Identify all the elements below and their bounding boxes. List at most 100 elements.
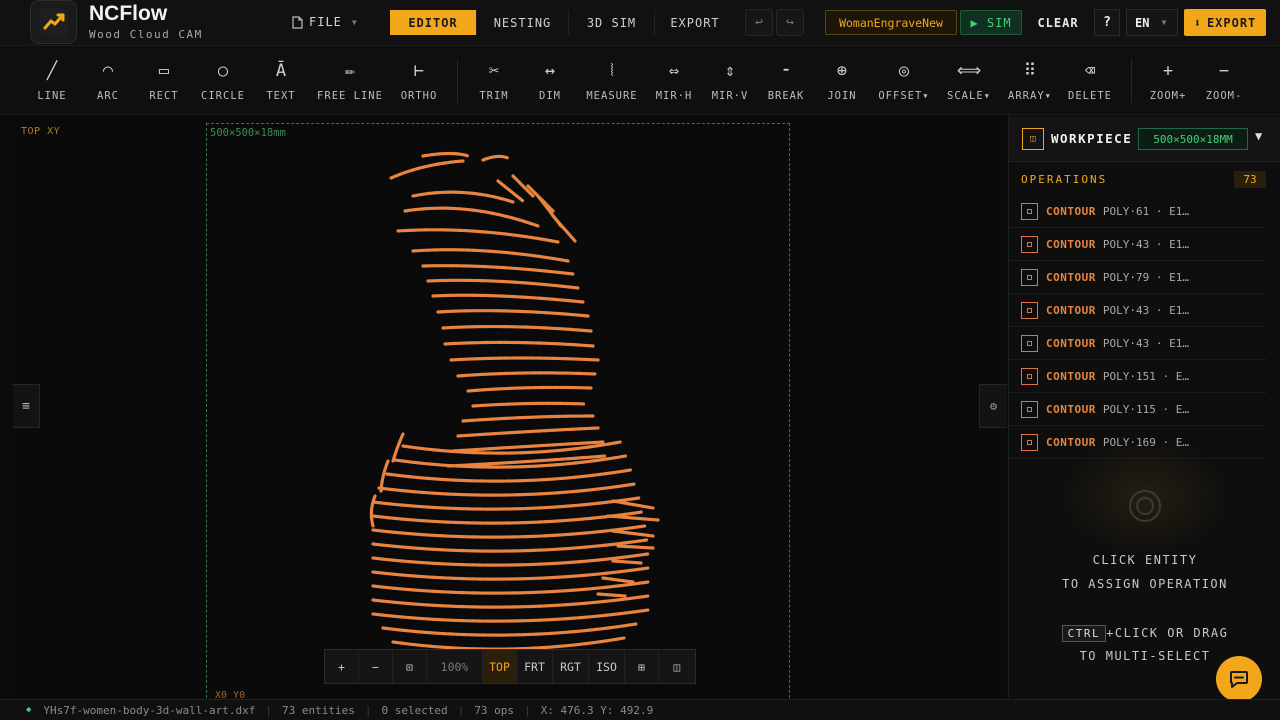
contour-path[interactable] xyxy=(396,228,560,244)
contour-path[interactable] xyxy=(616,544,655,550)
grid-toggle-button[interactable]: ⊞ xyxy=(625,650,659,683)
left-panel-toggle[interactable]: ≡ xyxy=(13,384,40,428)
workpiece-title: WORKPIECE xyxy=(1051,131,1133,146)
contour-path[interactable] xyxy=(456,371,597,378)
contour-path[interactable] xyxy=(551,214,577,243)
contour-path[interactable] xyxy=(411,248,570,263)
contour-path[interactable] xyxy=(441,324,593,333)
scissors-icon: ✂ xyxy=(488,61,500,81)
contour-path[interactable] xyxy=(389,159,465,180)
contour-path[interactable] xyxy=(421,151,470,158)
join-icon: ⊕ xyxy=(836,61,848,81)
clear-button[interactable]: CLEAR xyxy=(1028,10,1088,35)
view-iso-button[interactable]: ISO xyxy=(589,650,625,683)
view-front-button[interactable]: FRT xyxy=(517,650,553,683)
undo-button[interactable]: ↩ xyxy=(745,9,773,36)
contour-path[interactable] xyxy=(371,496,641,511)
contour-path[interactable] xyxy=(379,459,390,493)
delete-tool[interactable]: ⌫ DELETE xyxy=(1050,61,1130,105)
operation-row[interactable]: CONTOUR POLY·115 · E… xyxy=(1009,393,1267,426)
tab-3d-sim[interactable]: 3D SIM xyxy=(569,10,655,35)
mode-tabs: EDITOR NESTING 3D SIM EXPORT xyxy=(390,10,735,35)
contour-path[interactable] xyxy=(369,494,377,528)
drawing-canvas[interactable]: TOP XY 500×500×18mm X0 Y0 ≡ ⚙ + − ⊡ 100% TOP… xyxy=(13,116,1007,703)
operation-row[interactable]: CONTOUR POLY·151 · E… xyxy=(1009,360,1267,393)
contour-path[interactable] xyxy=(371,538,649,553)
view-top-button[interactable]: TOP xyxy=(483,650,517,683)
project-name-chip[interactable]: WomanEngraveNew xyxy=(825,10,957,35)
sim-button[interactable]: ▶ SIM xyxy=(960,10,1022,35)
file-menu[interactable]: FILE ▼ xyxy=(292,10,358,34)
ortho-tool-label: ORTHO xyxy=(400,90,438,102)
operation-row[interactable]: CONTOUR POLY·79 · E1… xyxy=(1009,261,1267,294)
operation-row[interactable]: CONTOUR POLY·61 · E1… xyxy=(1009,195,1267,228)
operation-name: POLY·151 · E… xyxy=(1102,369,1189,383)
contour-drawing[interactable] xyxy=(13,116,1007,698)
contour-path[interactable] xyxy=(391,432,405,463)
contour-path[interactable] xyxy=(421,264,575,276)
contour-path[interactable] xyxy=(371,552,650,567)
contour-path[interactable] xyxy=(596,592,627,598)
help-button[interactable]: ? xyxy=(1094,9,1120,36)
contour-path[interactable] xyxy=(461,414,595,423)
contour-path[interactable] xyxy=(391,636,626,651)
contour-path[interactable] xyxy=(385,468,632,483)
status-bar: ◆ YHs7f-women-body-3d-wall-art.dxf | 73 … xyxy=(0,699,1280,720)
ortho-tool[interactable]: ⊢ ORTHO xyxy=(379,61,459,105)
array-icon: ⠿ xyxy=(1023,61,1037,81)
tab-editor[interactable]: EDITOR xyxy=(390,10,477,35)
tab-nesting[interactable]: NESTING xyxy=(477,10,569,35)
language-select[interactable]: EN ▼ xyxy=(1126,9,1178,36)
app-logo xyxy=(30,0,77,44)
contour-path[interactable] xyxy=(606,514,660,522)
chevron-down-icon: ▼ xyxy=(351,17,358,27)
contour-path[interactable] xyxy=(449,356,600,362)
contour-path[interactable] xyxy=(443,340,595,348)
zoom-in-button[interactable]: + xyxy=(325,650,359,683)
dim-tool-label: DIM xyxy=(539,90,561,102)
mirror-v-tool-label: MIR·V xyxy=(711,90,749,102)
contour-path[interactable] xyxy=(481,154,510,162)
contour-path[interactable] xyxy=(426,278,580,290)
operation-row[interactable]: CONTOUR POLY·43 · E1… xyxy=(1009,327,1267,360)
layout-toggle-button[interactable]: ◫ xyxy=(659,650,695,683)
collapse-icon[interactable]: ▼ xyxy=(1255,129,1262,143)
contour-path[interactable] xyxy=(403,206,540,228)
free-line-tool[interactable]: ✏ FREE LINE xyxy=(310,61,390,105)
contour-path[interactable] xyxy=(471,401,587,408)
divider: | xyxy=(265,703,272,717)
contour-path[interactable] xyxy=(371,608,650,623)
contour-path[interactable] xyxy=(456,426,600,438)
export-button[interactable]: ⬇ EXPORT xyxy=(1184,9,1266,36)
contour-path[interactable] xyxy=(611,499,655,510)
text-tool-label: TEXT xyxy=(266,90,296,102)
contour-path[interactable] xyxy=(371,580,650,595)
operation-row[interactable]: CONTOUR POLY·43 · E1… xyxy=(1009,228,1267,261)
fit-view-button[interactable]: ⊡ xyxy=(393,650,427,683)
text-tool[interactable]: Ā TEXT xyxy=(241,61,321,105)
right-panel-toggle[interactable]: ⚙ xyxy=(979,384,1007,428)
zoom-out-tool[interactable]: − ZOOM- xyxy=(1184,61,1264,105)
contour-path[interactable] xyxy=(411,190,515,204)
operation-name: POLY·43 · E1… xyxy=(1102,303,1189,317)
operation-row[interactable]: CONTOUR POLY·43 · E1… xyxy=(1009,294,1267,327)
view-right-button[interactable]: RGT xyxy=(553,650,589,683)
contour-path[interactable] xyxy=(377,482,637,497)
contour-path[interactable] xyxy=(466,385,593,393)
contour-path[interactable] xyxy=(371,524,647,539)
workpiece-header[interactable]: ◫ WORKPIECE 500×500×18MM ▼ xyxy=(1009,116,1280,162)
contour-path[interactable] xyxy=(436,309,590,318)
contour-path[interactable] xyxy=(431,293,585,304)
status-coords: X: 476.3 Y: 492.9 xyxy=(540,703,654,717)
tab-export[interactable]: EXPORT xyxy=(655,10,735,35)
zoom-out-button[interactable]: − xyxy=(359,650,393,683)
contour-path[interactable] xyxy=(601,576,635,584)
contour-op-icon xyxy=(1021,367,1038,385)
redo-button[interactable]: ↪ xyxy=(776,9,804,36)
contour-path[interactable] xyxy=(381,622,638,637)
contour-path[interactable] xyxy=(611,559,643,565)
chat-button[interactable] xyxy=(1216,656,1262,702)
contour-path[interactable] xyxy=(371,594,650,609)
contour-path[interactable] xyxy=(611,529,655,538)
contour-path[interactable] xyxy=(371,510,644,525)
